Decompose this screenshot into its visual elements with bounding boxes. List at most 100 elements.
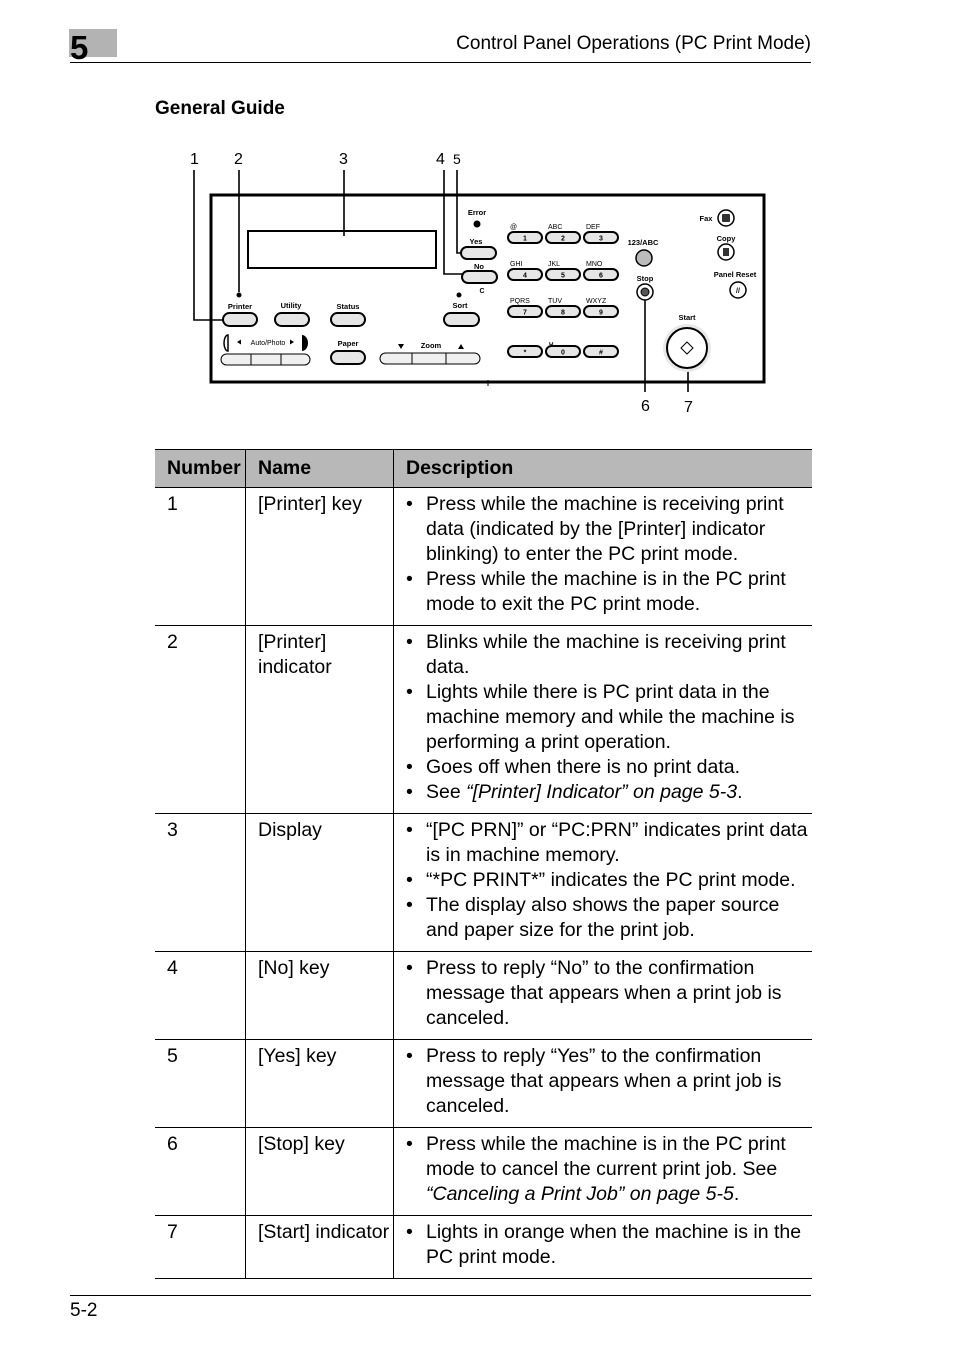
keypad-letters: @ [510,224,517,231]
footer-rule [70,1295,811,1296]
keypad-letters: TUV [548,298,562,305]
keypad-key-label: 1 [523,236,527,243]
cross-reference-link[interactable]: “Canceling a Print Job” on page 5-5 [426,1183,734,1205]
callout-1: 1 [190,151,199,168]
row-name: [Stop] key [245,1127,394,1216]
callout-4: 4 [436,151,445,168]
description-item: Blinks while the machine is receiving pr… [406,630,808,680]
yes-key[interactable] [460,246,497,260]
row-number: 5 [155,1039,246,1128]
callout-5: 5 [453,151,461,167]
table-row: 2[Printer] indicator Blinks while the mac… [155,625,812,814]
description-text: “[PC PRN]” or “PC:PRN” indicates print d… [426,819,808,866]
123abc-key[interactable] [635,249,653,267]
auto-photo-slider[interactable] [220,353,311,366]
table-row: 1[Printer] key Press while the machine is… [155,487,812,626]
zoom-slider[interactable] [379,352,481,365]
utility-label: Utility [281,301,303,310]
running-header: Control Panel Operations (PC Print Mode) [456,33,811,54]
description-text: Press while the machine is receiving pri… [426,493,784,565]
description-text: Press to reply “No” to the confirmation … [426,957,782,1029]
paper-label: Paper [338,339,359,348]
description-text: Press while the machine is in the PC pri… [426,568,786,615]
123abc-label: 123/ABC [628,238,659,247]
description-list: Blinks while the machine is receiving pr… [406,630,808,805]
keypad-letters: PQRS [510,298,530,305]
row-name: [No] key [245,951,394,1040]
paper-key[interactable] [330,350,366,365]
no-key[interactable] [461,270,498,284]
table-row: 7[Start] indicator Lights in orange when … [155,1215,812,1279]
keypad-letters: DEF [586,224,600,231]
keypad-key-label: * [524,350,527,357]
c-label: C [479,288,484,295]
keypad-key-label: 7 [523,310,527,317]
row-description: “[PC PRN]” or “PC:PRN” indicates print d… [393,813,812,952]
keypad-letters: ABC [548,224,562,231]
panel-reset-icon: // [736,288,740,295]
row-description: Blinks while the machine is receiving pr… [393,625,812,814]
stop-icon [640,287,650,297]
row-name: Display [245,813,394,952]
general-guide-table: Number Name Description 1[Printer] key Pr… [155,449,812,1279]
printer-key[interactable] [222,312,258,327]
status-key[interactable] [330,312,366,327]
description-list: Lights in orange when the machine is in … [406,1220,808,1270]
keypad-letters: ␣ [549,338,554,345]
sort-label: Sort [453,301,469,310]
header-name: Name [245,449,394,488]
sort-key[interactable] [443,312,480,327]
yes-label: Yes [470,237,483,246]
description-text-end: . [737,781,743,803]
row-name: [Printer] indicator [245,625,394,814]
row-description: Lights in orange when the machine is in … [393,1215,812,1279]
description-item: “*PC PRINT*” indicates the PC print mode… [406,868,808,893]
description-text: “*PC PRINT*” indicates the PC print mode… [426,869,796,891]
callout-7: 7 [684,399,693,416]
error-label: Error [468,208,486,217]
description-item: Press while the machine is in the PC pri… [406,567,808,617]
zoom-label: Zoom [421,341,442,350]
description-list: Press to reply “No” to the confirmation … [406,956,808,1031]
row-description: Press to reply “Yes” to the confirmation… [393,1039,812,1128]
keypad-key-label: 6 [599,273,603,280]
status-label: Status [337,302,360,311]
table-row: 5[Yes] key Press to reply “Yes” to the co… [155,1039,812,1128]
display-window [247,230,437,269]
description-item: Press while the machine is in the PC pri… [406,1132,808,1207]
table-header-row: Number Name Description [155,449,812,488]
description-item: The display also shows the paper source … [406,893,808,943]
callout-2: 2 [234,151,243,168]
sort-led [456,292,462,298]
callout-6: 6 [641,398,650,415]
row-name: [Start] indicator [245,1215,394,1279]
table-row: 3Display “[PC PRN]” or “PC:PRN” indicates… [155,813,812,952]
copy-label: Copy [717,234,737,243]
description-text: Lights in orange when the machine is in … [426,1221,802,1268]
keypad-key-label: 4 [523,273,527,280]
row-description: Press while the machine is in the PC pri… [393,1127,812,1216]
keypad-letters: JKL [548,261,560,268]
fax-icon [722,214,730,222]
header-rule [70,62,811,63]
row-number: 2 [155,625,246,814]
description-text: The display also shows the paper source … [426,894,780,941]
fax-label: Fax [700,214,714,223]
header-number: Number [155,449,246,488]
printer-indicator-led [236,292,242,298]
callout-3: 3 [339,151,348,168]
row-description: Press to reply “No” to the confirmation … [393,951,812,1040]
description-text: Lights while there is PC print data in t… [426,681,795,753]
row-number: 7 [155,1215,246,1279]
section-title: General Guide [155,98,285,119]
utility-key[interactable] [274,312,310,327]
copy-icon [723,248,729,256]
header-description: Description [393,449,812,488]
description-item: Lights in orange when the machine is in … [406,1220,808,1270]
cross-reference-link[interactable]: “[Printer] Indicator” on page 5-3 [466,781,737,803]
description-list: Press to reply “Yes” to the confirmation… [406,1044,808,1119]
error-led [473,220,481,228]
description-item: Press to reply “No” to the confirmation … [406,956,808,1031]
description-item: Press while the machine is receiving pri… [406,492,808,567]
description-item: Lights while there is PC print data in t… [406,680,808,755]
